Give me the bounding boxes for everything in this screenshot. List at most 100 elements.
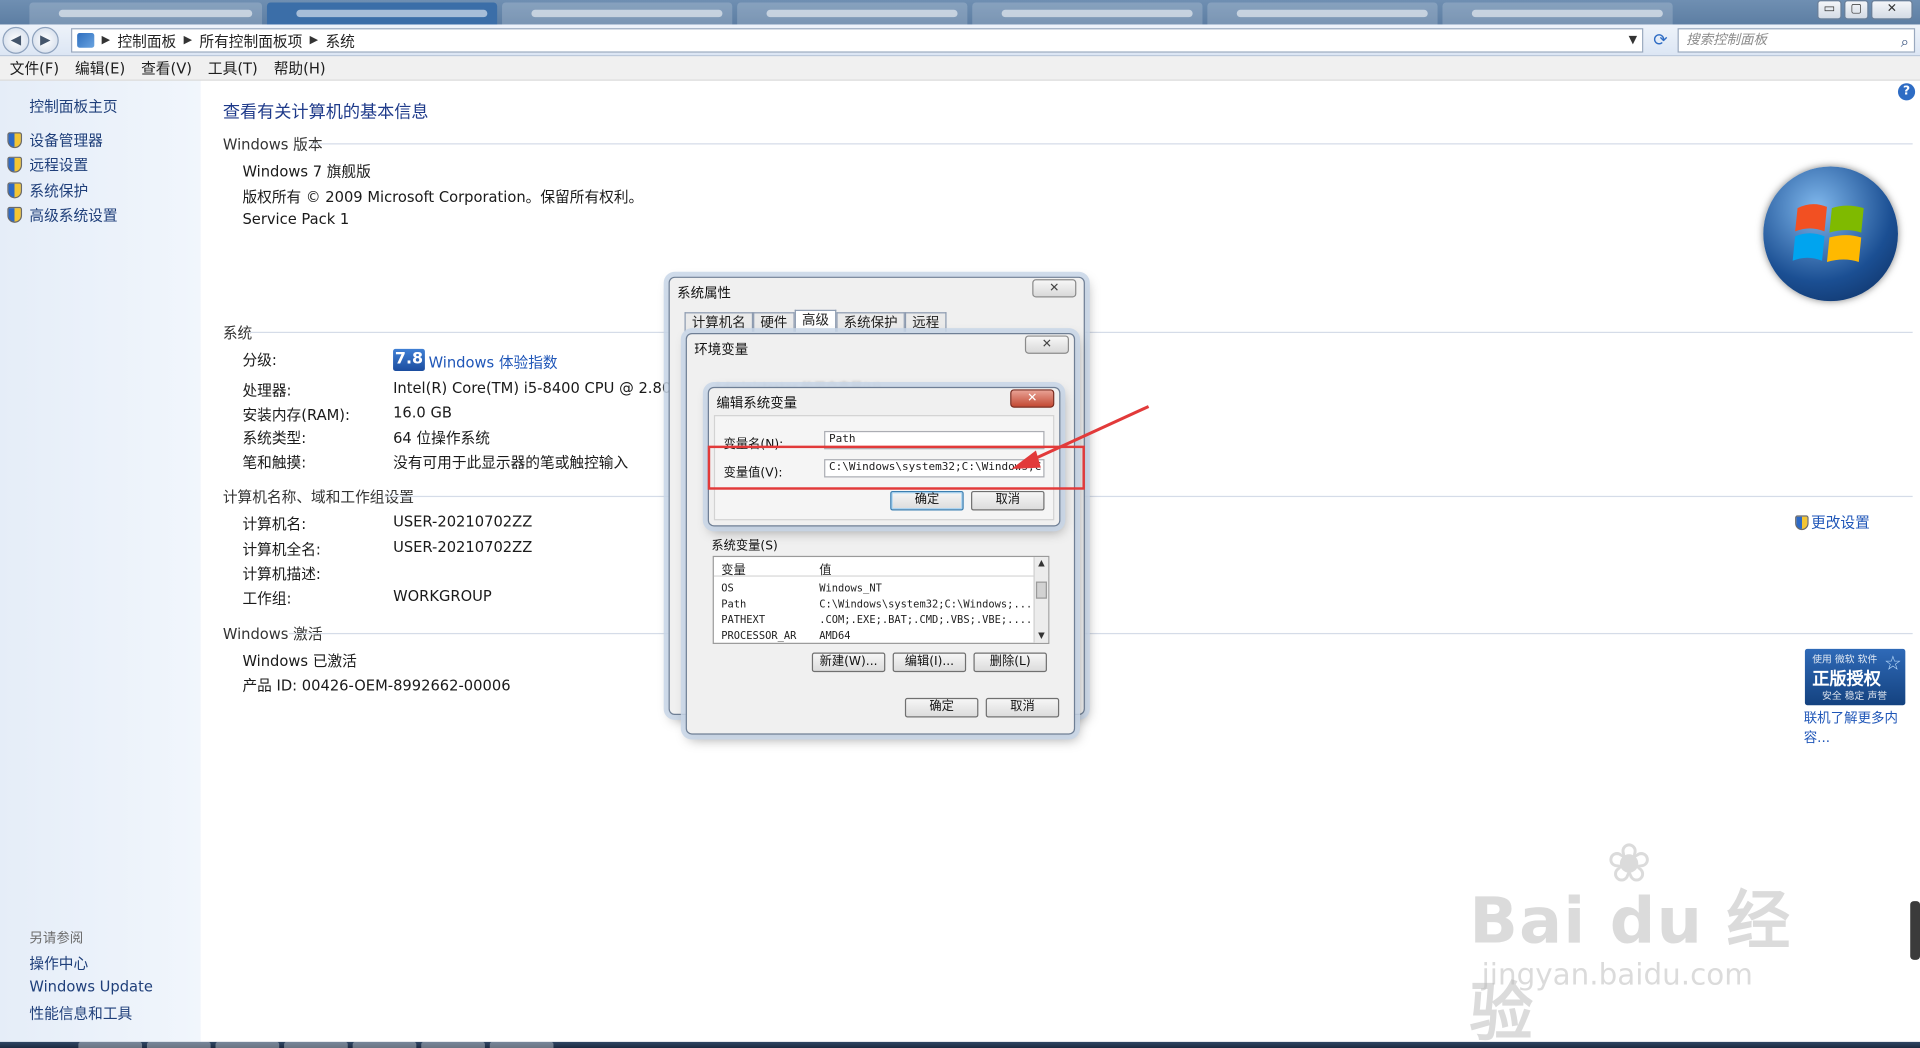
close-button[interactable]: ✕ <box>1010 389 1055 408</box>
close-button[interactable]: ✕ <box>1032 279 1077 298</box>
col-value[interactable]: 值 <box>819 560 831 577</box>
learn-more-link[interactable]: 联机了解更多内容... <box>1804 708 1920 747</box>
crumb-all-items[interactable]: 所有控制面板项 <box>199 30 302 51</box>
divider <box>384 495 1913 498</box>
menu-file[interactable]: 文件(F) <box>10 58 59 79</box>
blurred-tab[interactable] <box>737 2 968 25</box>
chevron-right-icon: ▶ <box>101 34 111 47</box>
table-row[interactable]: OS Windows_NT <box>714 582 1030 598</box>
windows-flag-icon <box>1792 204 1864 263</box>
help-icon[interactable]: ? <box>1897 83 1916 101</box>
copyright-text: 版权所有 © 2009 Microsoft Corporation。保留所有权利… <box>242 188 644 206</box>
tab-hardware[interactable]: 硬件 <box>753 312 795 332</box>
taskbar-item[interactable] <box>489 1041 554 1048</box>
shield-icon <box>7 206 23 223</box>
blurred-tab[interactable] <box>266 2 498 25</box>
delete-variable-button[interactable]: 删除(L) <box>973 652 1047 673</box>
genuine-top: 使用 微软 软件 <box>1812 653 1878 665</box>
taskbar-item[interactable] <box>352 1041 417 1048</box>
list-scrollbar[interactable]: ▲ ▼ <box>1033 557 1049 643</box>
blurred-tab[interactable] <box>29 2 263 25</box>
shield-icon <box>7 132 23 149</box>
menu-help[interactable]: 帮助(H) <box>274 58 326 79</box>
shield-icon <box>1795 514 1809 530</box>
breadcrumb[interactable]: ▶ 控制面板 ▶ 所有控制面板项 ▶ 系统 ▼ <box>71 28 1644 53</box>
menu-edit[interactable]: 编辑(E) <box>75 58 125 79</box>
experience-index-link[interactable]: Windows 体验指数 <box>429 351 558 372</box>
windows-logo <box>1763 166 1898 302</box>
ok-button[interactable]: 确定 <box>904 697 979 718</box>
search-placeholder: 搜索控制面板 <box>1686 31 1767 48</box>
sidebar-home-link[interactable]: 控制面板主页 <box>29 95 117 116</box>
scroll-up-icon[interactable]: ▲ <box>1035 557 1048 570</box>
page-title: 查看有关计算机的基本信息 <box>222 102 429 123</box>
scroll-thumb[interactable] <box>1035 581 1047 599</box>
row-value: C:\Windows\system32;C:\Windows;... <box>819 598 1030 611</box>
section-edition: Windows 版本 <box>222 135 323 154</box>
table-row[interactable]: PROCESSOR_AR AMD64 <box>714 629 1030 643</box>
search-input[interactable]: 搜索控制面板 ⌕ <box>1677 28 1916 53</box>
sidebar-item-protection[interactable]: 系统保护 <box>7 180 88 201</box>
system-vars-list[interactable]: 变量 值 OS Windows_NT Path C:\Windows\syste… <box>712 555 1050 644</box>
chevron-down-icon[interactable]: ▼ <box>1629 34 1637 46</box>
computer-name-value: USER-20210702ZZ <box>393 512 533 531</box>
link-windows-update[interactable]: Windows Update <box>29 978 152 995</box>
sidebar-item-advanced[interactable]: 高级系统设置 <box>7 204 118 225</box>
window-controls: ▭ ▢ ✕ <box>1817 0 1913 20</box>
row-name: PROCESSOR_AR <box>721 630 797 643</box>
workgroup-label: 工作组: <box>242 590 292 608</box>
blurred-tab[interactable] <box>972 2 1203 25</box>
blurred-tab[interactable] <box>502 2 733 25</box>
sidebar-item-device-manager[interactable]: 设备管理器 <box>7 130 103 151</box>
description-label: 计算机描述: <box>242 565 321 583</box>
menu-view[interactable]: 查看(V) <box>141 58 192 79</box>
link-performance[interactable]: 性能信息和工具 <box>29 1003 132 1024</box>
genuine-badge[interactable]: 使用 微软 软件 正版授权 安全 稳定 声誉 ☆ <box>1804 648 1906 706</box>
blurred-tab[interactable] <box>1207 2 1438 25</box>
close-window-button[interactable]: ✕ <box>1871 0 1913 20</box>
table-row[interactable]: PATHEXT .COM;.EXE;.BAT;.CMD;.VBS;.VBE;..… <box>714 613 1030 629</box>
taskbar-item[interactable] <box>421 1041 485 1048</box>
change-settings-link[interactable]: 更改设置 <box>1795 512 1870 533</box>
system-type-label: 系统类型: <box>242 429 307 447</box>
back-button[interactable]: ◀ <box>2 26 30 54</box>
crumb-control-panel[interactable]: 控制面板 <box>117 30 176 51</box>
maximize-button[interactable]: ▢ <box>1844 0 1869 20</box>
sidebar-item-remote[interactable]: 远程设置 <box>7 154 88 175</box>
taskbar-item[interactable] <box>284 1041 348 1048</box>
search-icon[interactable]: ⌕ <box>1901 31 1909 53</box>
link-action-center[interactable]: 操作中心 <box>29 953 88 974</box>
taskbar-item[interactable] <box>215 1041 280 1048</box>
row-value: AMD64 <box>819 630 851 643</box>
tab-computer-name[interactable]: 计算机名 <box>684 312 754 332</box>
scroll-handle[interactable] <box>1910 901 1920 960</box>
new-variable-button[interactable]: 新建(W)... <box>811 652 886 673</box>
table-row[interactable]: Path C:\Windows\system32;C:\Windows;... <box>714 597 1030 613</box>
ram-value: 16.0 GB <box>393 404 452 422</box>
minimize-button[interactable]: ▭ <box>1817 0 1842 20</box>
menu-tools[interactable]: 工具(T) <box>208 58 258 79</box>
taskbar-item[interactable] <box>78 1041 143 1048</box>
genuine-bottom: 安全 稳定 声誉 <box>1822 690 1888 702</box>
close-button[interactable]: ✕ <box>1024 335 1069 354</box>
edit-variable-button[interactable]: 编辑(I)... <box>892 652 967 673</box>
see-also-heading: 另请参阅 <box>29 930 84 947</box>
cancel-button[interactable]: 取消 <box>985 697 1060 718</box>
tab-system-protection[interactable]: 系统保护 <box>836 312 905 332</box>
crumb-system[interactable]: 系统 <box>325 30 354 51</box>
cancel-button[interactable]: 取消 <box>971 490 1045 511</box>
blurred-tab[interactable] <box>1442 2 1673 25</box>
tab-advanced[interactable]: 高级 <box>794 309 837 332</box>
col-variable[interactable]: 变量 <box>721 560 745 577</box>
scroll-down-icon[interactable]: ▼ <box>1035 629 1048 642</box>
tab-remote[interactable]: 远程 <box>904 312 947 332</box>
menu-bar: 文件(F) 编辑(E) 查看(V) 工具(T) 帮助(H) <box>0 56 1920 81</box>
product-id: 产品 ID: 00426-OEM-8992662-00006 <box>242 677 511 695</box>
rating-score-badge[interactable]: 7.8 <box>393 348 425 371</box>
control-panel-icon <box>77 33 95 48</box>
ok-button[interactable]: 确定 <box>890 490 964 511</box>
refresh-icon[interactable]: ⟳ <box>1648 28 1672 52</box>
taskbar-item[interactable] <box>146 1041 211 1048</box>
shield-icon <box>7 156 23 173</box>
forward-button[interactable]: ▶ <box>31 26 59 54</box>
